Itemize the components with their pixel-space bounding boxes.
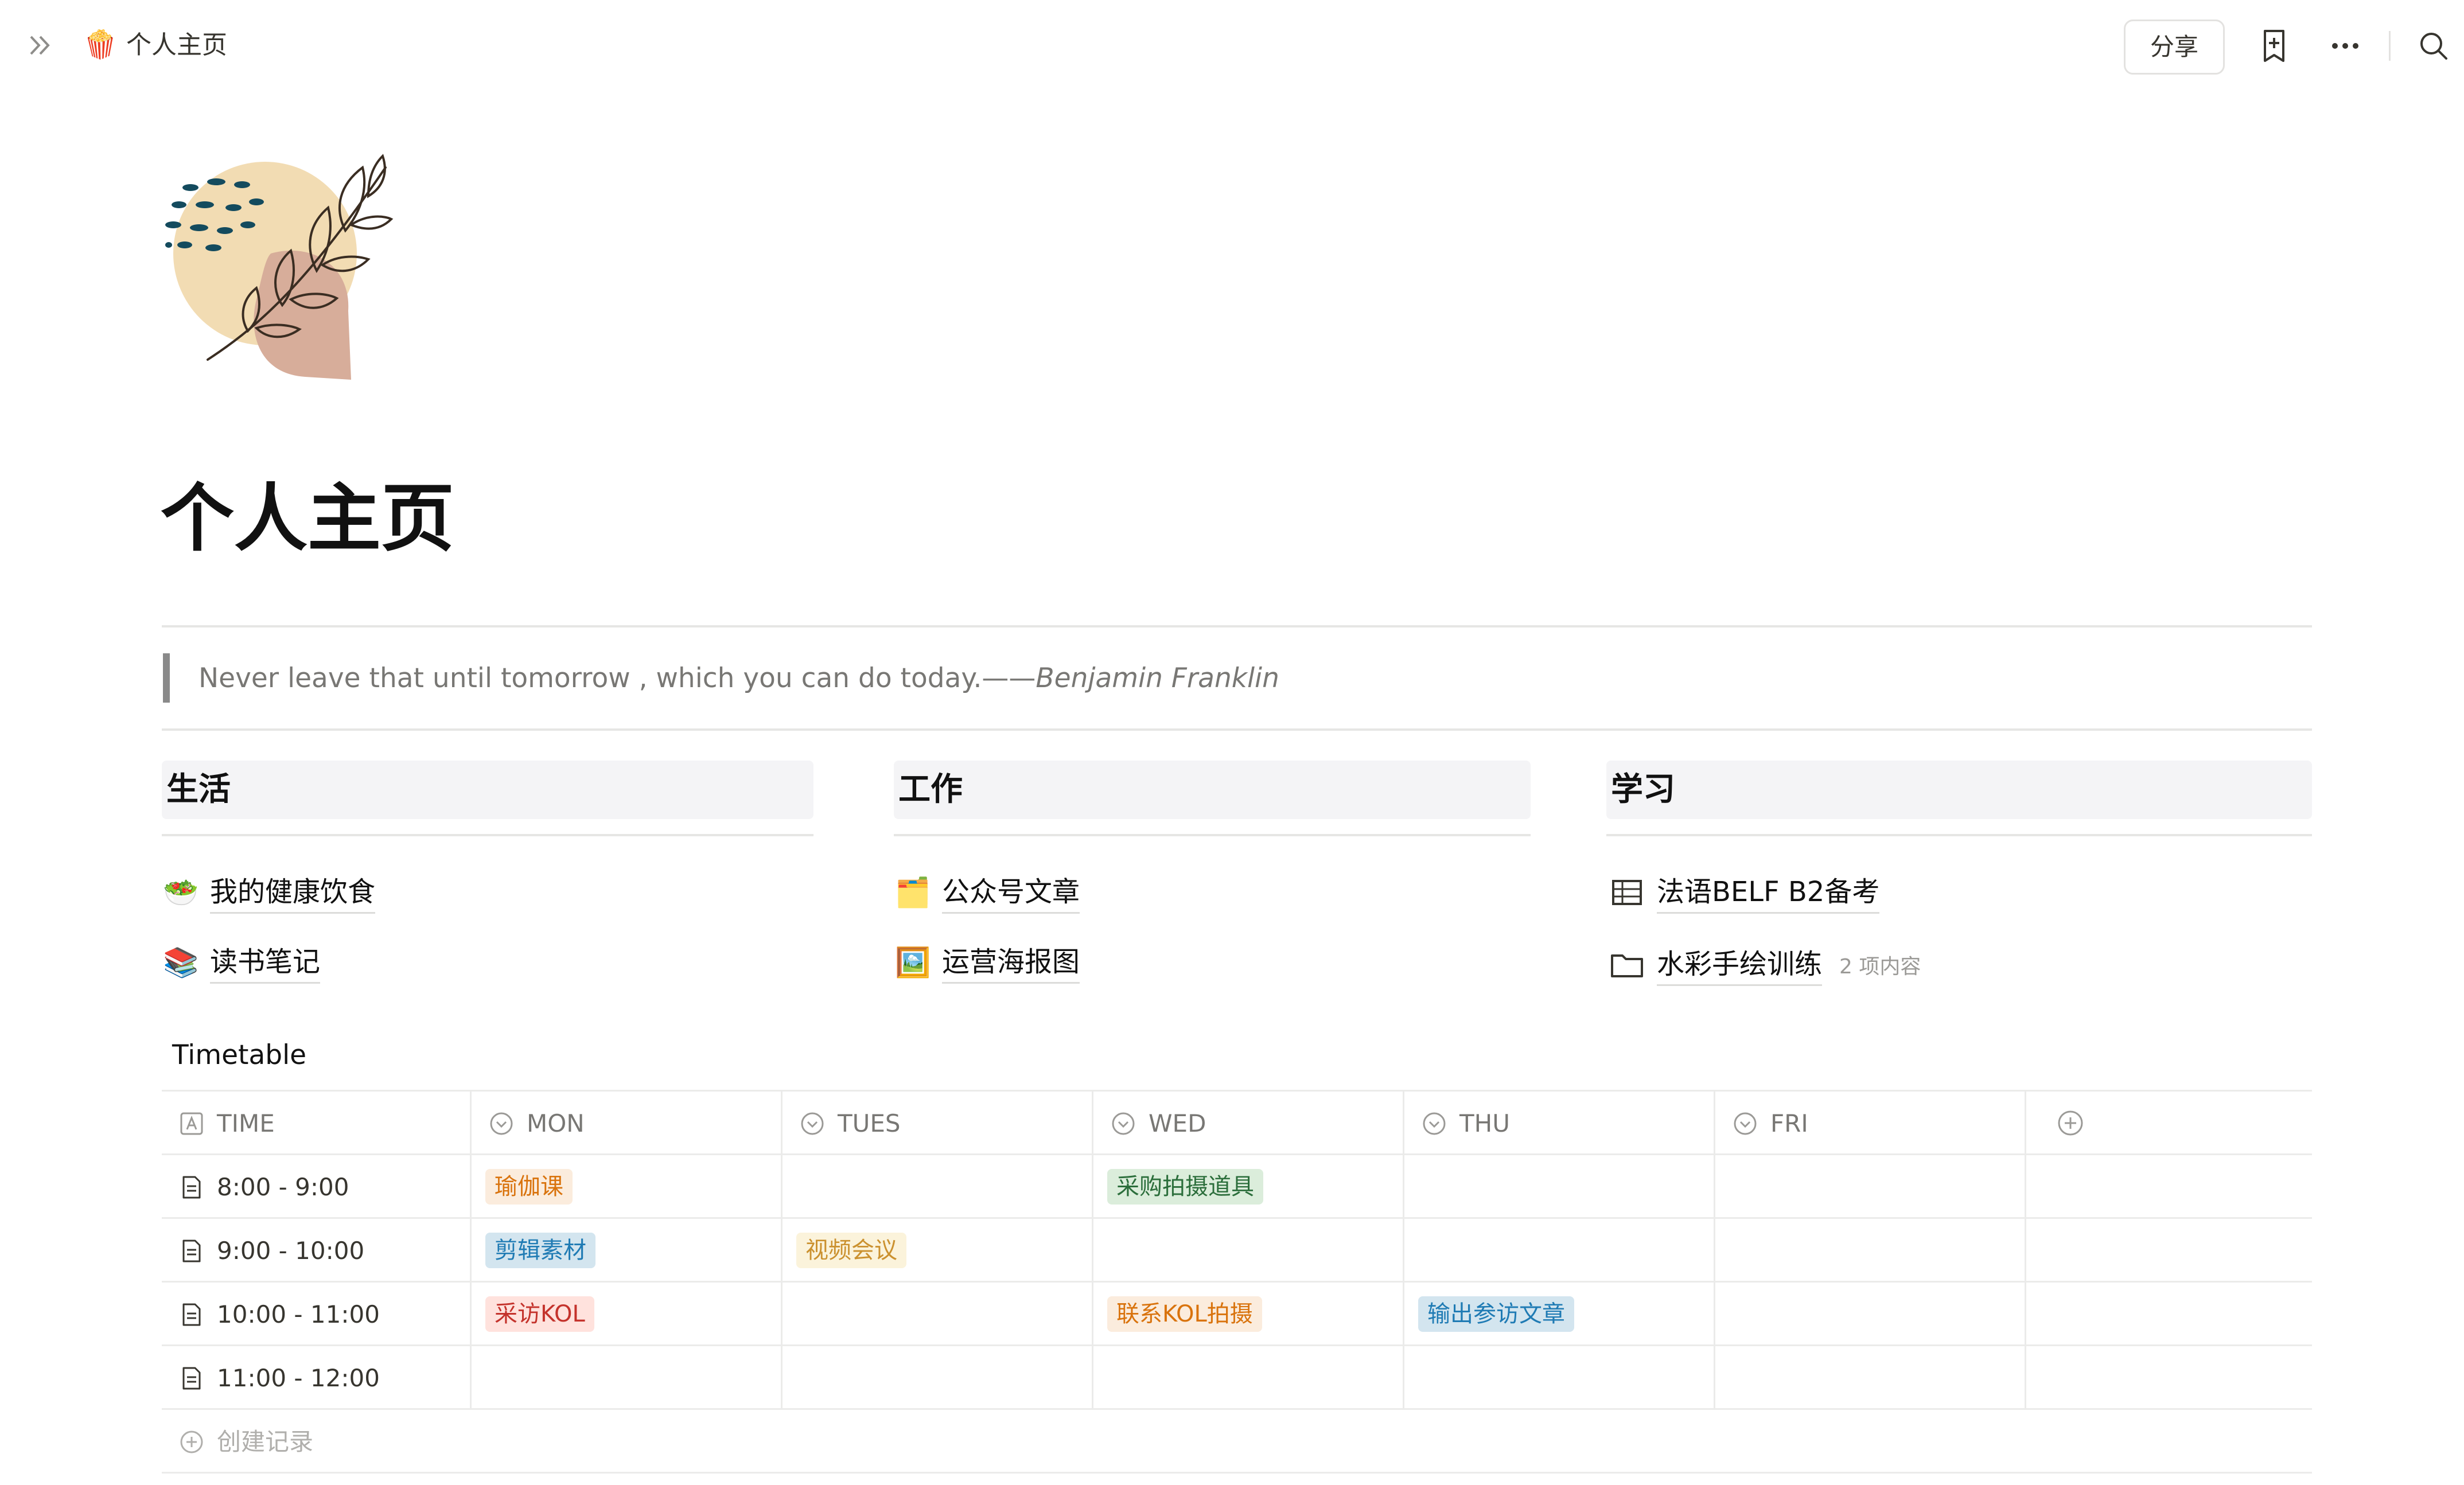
page-icon [182, 1240, 201, 1262]
card-index-icon: 🗂️ [895, 876, 931, 909]
quote-block[interactable]: Never leave that until tomorrow , which … [198, 658, 1279, 699]
share-button[interactable]: 分享 [2124, 20, 2225, 75]
page-icon [182, 1303, 201, 1326]
cell-mon[interactable]: 剪辑素材 [472, 1219, 783, 1283]
cell-thu[interactable] [1404, 1346, 1715, 1410]
header-tues[interactable]: TUES [783, 1092, 1093, 1155]
divider [162, 728, 2312, 731]
framed-picture-icon: 🖼️ [895, 946, 931, 979]
header-fri[interactable]: FRI [1715, 1092, 2026, 1155]
cell-empty [2026, 1219, 2312, 1283]
header-mon[interactable]: MON [472, 1092, 783, 1155]
breadcrumb-page-icon[interactable]: 🍿 [83, 28, 118, 62]
more-icon[interactable] [2327, 28, 2364, 64]
cell-thu[interactable]: 输出参访文章 [1404, 1283, 1715, 1346]
page-link-label: 公众号文章 [942, 872, 1080, 914]
new-record-row[interactable]: 创建记录 [162, 1408, 2312, 1472]
cell-tues[interactable] [783, 1346, 1093, 1410]
add-column-cell [2026, 1092, 2312, 1155]
select-property-icon [1112, 1112, 1135, 1135]
cell-tues[interactable] [783, 1283, 1093, 1346]
cell-mon[interactable]: 瑜伽课 [472, 1155, 783, 1219]
page-title[interactable]: 个人主页 [161, 470, 454, 568]
cell-time[interactable]: 11:00 - 12:00 [162, 1346, 472, 1410]
cell-wed[interactable] [1093, 1219, 1404, 1283]
tag-blue: 剪辑素材 [485, 1233, 595, 1268]
column-divider [1606, 834, 2312, 836]
cell-thu[interactable] [1404, 1155, 1715, 1219]
header-thu[interactable]: THU [1404, 1092, 1715, 1155]
tag-orange: 联系KOL拍摄 [1107, 1296, 1262, 1332]
table-row[interactable]: 10:00 - 11:00 采访KOL 联系KOL拍摄 输出参访文章 [162, 1281, 2312, 1346]
tag-orange: 瑜伽课 [485, 1169, 573, 1205]
page-link-label: 我的健康饮食 [210, 872, 376, 914]
select-property-icon [490, 1112, 513, 1135]
quote-bar [163, 653, 170, 703]
table-header-row: TIME MON TUES WED THU FRI [162, 1090, 2312, 1155]
page-cover-illustration-icon[interactable] [162, 150, 397, 385]
cell-mon[interactable] [472, 1346, 783, 1410]
item-count: 2 项内容 [1839, 955, 1921, 979]
add-record-icon [180, 1431, 203, 1453]
breadcrumb-page-title[interactable]: 个人主页 [126, 29, 227, 62]
page-link-label: 读书笔记 [210, 942, 321, 984]
cell-time[interactable]: 8:00 - 9:00 [162, 1155, 472, 1219]
table-row[interactable]: 11:00 - 12:00 [162, 1344, 2312, 1410]
header-time[interactable]: TIME [162, 1092, 472, 1155]
cell-time[interactable]: 9:00 - 10:00 [162, 1219, 472, 1283]
cell-empty [2026, 1283, 2312, 1346]
cell-thu[interactable] [1404, 1219, 1715, 1283]
new-record-label: 创建记录 [217, 1428, 314, 1456]
cell-time[interactable]: 10:00 - 11:00 [162, 1283, 472, 1346]
tag-yellow: 视频会议 [796, 1233, 906, 1268]
select-property-icon [1734, 1112, 1757, 1135]
quote-author: Benjamin Franklin [1036, 662, 1279, 694]
page-icon [182, 1367, 201, 1390]
table-bottom-border [162, 1472, 2312, 1474]
select-property-icon [801, 1112, 824, 1135]
page-link-label: 运营海报图 [942, 942, 1080, 984]
cell-empty [2026, 1155, 2312, 1219]
quote-text: Never leave that until tomorrow , which … [198, 662, 1036, 694]
search-icon[interactable] [2415, 28, 2452, 64]
text-property-icon [180, 1112, 203, 1135]
page-link-label: 水彩手绘训练 [1657, 944, 1823, 986]
table-row[interactable]: 8:00 - 9:00 瑜伽课 采购拍摄道具 [162, 1153, 2312, 1219]
table-row[interactable]: 9:00 - 10:00 剪辑素材 视频会议 [162, 1217, 2312, 1283]
cell-fri[interactable] [1715, 1219, 2026, 1283]
cell-wed[interactable] [1093, 1346, 1404, 1410]
add-page-icon[interactable] [2256, 28, 2292, 64]
column-heading-work[interactable]: 工作 [894, 761, 1531, 819]
cell-tues[interactable] [783, 1155, 1093, 1219]
tag-green: 采购拍摄道具 [1107, 1169, 1263, 1205]
page-link-label: 法语BELF B2备考 [1657, 872, 1880, 914]
add-column-icon[interactable] [2056, 1109, 2085, 1137]
folder-icon [1611, 954, 1643, 977]
salad-icon: 🥗 [163, 876, 199, 909]
cell-fri[interactable] [1715, 1155, 2026, 1219]
cell-tues[interactable]: 视频会议 [783, 1219, 1093, 1283]
page-icon [182, 1176, 201, 1199]
table-icon [1612, 880, 1642, 905]
cell-wed[interactable]: 采购拍摄道具 [1093, 1155, 1404, 1219]
sidebar-expand-icon[interactable] [25, 30, 56, 61]
books-icon: 📚 [163, 946, 199, 979]
cell-fri[interactable] [1715, 1283, 2026, 1346]
timetable-title[interactable]: Timetable [172, 1037, 306, 1074]
cell-wed[interactable]: 联系KOL拍摄 [1093, 1283, 1404, 1346]
cell-mon[interactable]: 采访KOL [472, 1283, 783, 1346]
cell-empty [2026, 1346, 2312, 1410]
tag-blue: 输出参访文章 [1418, 1296, 1574, 1332]
column-divider [162, 834, 813, 836]
top-bar: 🍿 个人主页 分享 [0, 0, 2464, 95]
select-property-icon [1423, 1112, 1446, 1135]
column-heading-study[interactable]: 学习 [1606, 761, 2312, 819]
cell-fri[interactable] [1715, 1346, 2026, 1410]
column-heading-life[interactable]: 生活 [162, 761, 813, 819]
column-divider [894, 834, 1531, 836]
topbar-divider [2389, 31, 2391, 61]
divider [162, 625, 2312, 627]
header-wed[interactable]: WED [1093, 1092, 1404, 1155]
tag-red: 采访KOL [485, 1296, 594, 1332]
